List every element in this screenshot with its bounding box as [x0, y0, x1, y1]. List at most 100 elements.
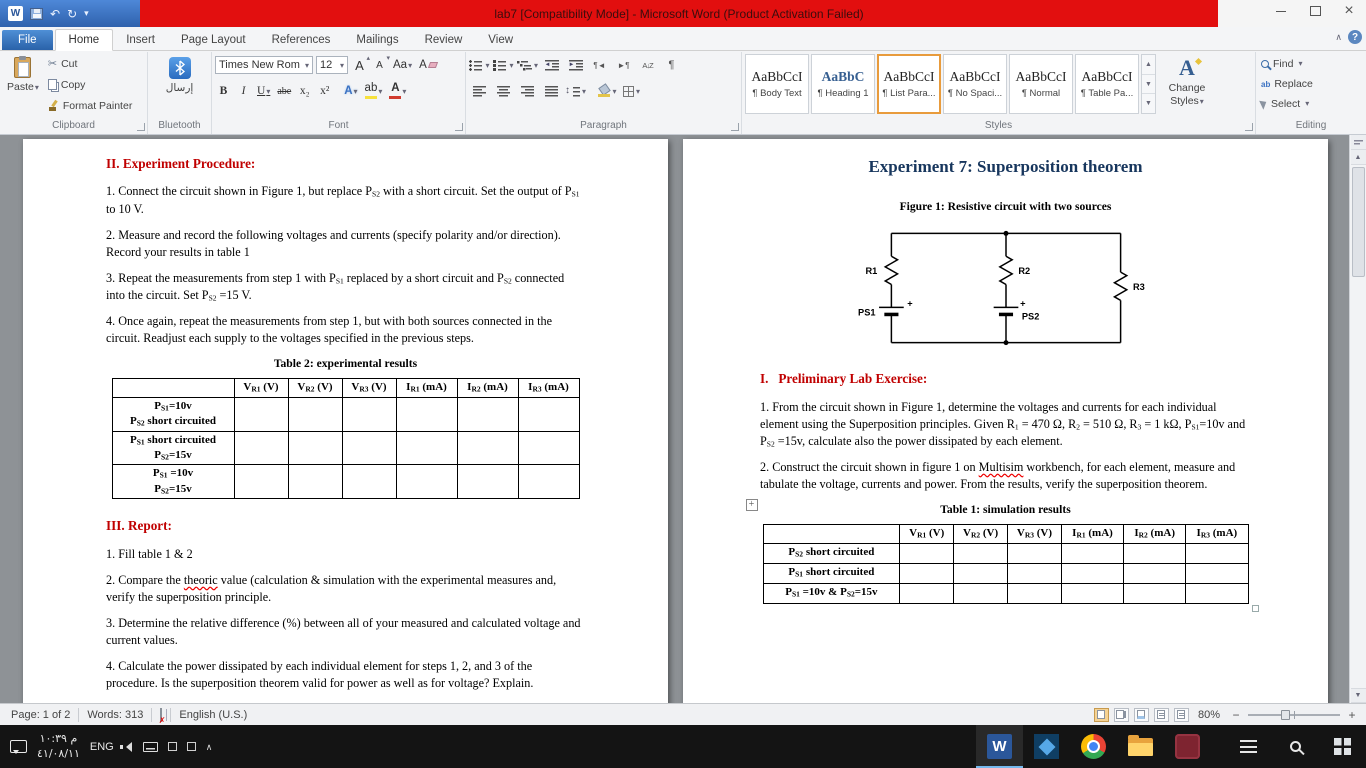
replace-button[interactable]: Replace — [1259, 74, 1363, 93]
report-item[interactable]: 2. Compare the theoric value (calculatio… — [106, 572, 585, 606]
collapse-ribbon-icon[interactable] — [1335, 31, 1342, 43]
table-cell[interactable] — [1007, 582, 1062, 604]
show-hidden-icons-button[interactable] — [206, 741, 213, 753]
table-cell[interactable] — [341, 396, 397, 432]
underline-button[interactable]: U — [255, 82, 272, 100]
tab-review[interactable]: Review — [412, 30, 476, 50]
style-normal[interactable]: AaBbCcI ¶ Normal — [1009, 54, 1073, 114]
scroll-up-button[interactable]: ▲ — [1350, 150, 1366, 165]
procedure-step[interactable]: 4. Once again, repeat the measurements f… — [106, 313, 585, 347]
page-indicator[interactable]: Page: 1 of 2 — [3, 709, 78, 721]
style-list-paragraph[interactable]: AaBbCcI ¶ List Para... — [877, 54, 941, 114]
table-resize-handle[interactable] — [1251, 604, 1259, 612]
table-cell[interactable] — [1123, 562, 1187, 584]
style-table-paragraph[interactable]: AaBbCcI ¶ Table Pa... — [1075, 54, 1139, 114]
row-label-cell[interactable]: PS1 =10v & PS2=15v — [762, 582, 901, 604]
increase-indent-button[interactable] — [565, 56, 586, 75]
copy-button[interactable]: Copy — [45, 75, 144, 94]
search-button[interactable] — [1272, 725, 1319, 768]
save-button[interactable] — [30, 7, 43, 20]
table-cell[interactable] — [953, 582, 1009, 604]
print-layout-view-button[interactable] — [1093, 707, 1109, 722]
table-cell[interactable] — [395, 464, 458, 500]
figure-caption[interactable]: Figure 1: Resistive circuit with two sou… — [760, 199, 1251, 215]
change-styles-button[interactable]: A Change Styles — [1158, 54, 1216, 116]
table-header-cell[interactable]: VR3 (V) — [341, 378, 397, 398]
exercise-item[interactable]: 2. Construct the circuit shown in figure… — [760, 459, 1251, 493]
gallery-scroll-up-button[interactable]: ▲ — [1142, 55, 1155, 74]
exercise-item[interactable]: 1. From the circuit shown in Figure 1, d… — [760, 399, 1251, 450]
change-case-button[interactable]: Aa — [391, 56, 414, 74]
outline-view-button[interactable] — [1153, 707, 1169, 722]
highlight-button[interactable]: ab — [363, 82, 385, 100]
circuit-diagram[interactable]: R1 R2 R3 PS1 + PS2 + — [856, 221, 1156, 355]
text-effects-button[interactable]: A — [342, 82, 359, 100]
taskbar-chrome-button[interactable] — [1070, 725, 1117, 768]
rtl-direction-button[interactable] — [613, 56, 634, 75]
font-color-button[interactable]: A — [387, 82, 408, 100]
table-cell[interactable] — [456, 396, 519, 432]
show-paragraph-marks-button[interactable] — [661, 56, 682, 75]
align-right-button[interactable] — [517, 82, 538, 101]
paragraph-dialog-launcher[interactable] — [731, 123, 739, 131]
table-cell[interactable] — [233, 464, 289, 500]
close-button[interactable] — [1332, 0, 1366, 22]
tab-page-layout[interactable]: Page Layout — [168, 30, 259, 50]
table-cell[interactable] — [1185, 582, 1249, 604]
table-cell[interactable] — [517, 396, 580, 432]
table-header-cell[interactable]: VR3 (V) — [1007, 524, 1062, 544]
grow-font-button[interactable]: A — [351, 54, 370, 74]
redo-button[interactable] — [67, 8, 77, 20]
borders-button[interactable] — [621, 82, 642, 101]
table1-caption[interactable]: Table 1: simulation results — [763, 502, 1249, 518]
zoom-slider[interactable] — [1248, 709, 1340, 720]
cut-button[interactable]: Cut — [45, 54, 144, 73]
table-move-handle-icon[interactable] — [745, 498, 758, 511]
table-cell[interactable] — [287, 430, 343, 466]
full-screen-reading-view-button[interactable] — [1113, 707, 1129, 722]
zoom-level[interactable]: 80% — [1194, 709, 1224, 721]
center-button[interactable] — [493, 82, 514, 101]
table-header-cell[interactable]: VR2 (V) — [953, 524, 1009, 544]
sort-button[interactable] — [637, 56, 658, 75]
style-heading-1[interactable]: AaBbC ¶ Heading 1 — [811, 54, 875, 114]
report-item[interactable]: 4. Calculate the power dissipated by eac… — [106, 658, 585, 692]
clipboard-dialog-launcher[interactable] — [137, 123, 145, 131]
task-view-button[interactable] — [1225, 725, 1272, 768]
table-cell[interactable] — [341, 430, 397, 466]
maximize-button[interactable] — [1298, 0, 1332, 22]
exercise-heading[interactable]: I. Preliminary Lab Exercise: — [760, 370, 1251, 388]
table-header-cell[interactable] — [762, 524, 901, 544]
report-item[interactable]: 3. Determine the relative difference (%)… — [106, 615, 585, 649]
table-cell[interactable] — [456, 430, 519, 466]
table-header-cell[interactable]: IR3 (mA) — [517, 378, 580, 398]
ltr-direction-button[interactable] — [589, 56, 610, 75]
numbering-button[interactable] — [493, 56, 514, 75]
shading-button[interactable] — [597, 82, 618, 101]
table-header-cell[interactable]: IR1 (mA) — [1060, 524, 1125, 544]
language-indicator[interactable]: English (U.S.) — [171, 709, 255, 721]
style-body-text[interactable]: AaBbCcI ¶ Body Text — [745, 54, 809, 114]
table-cell[interactable] — [899, 582, 955, 604]
bold-button[interactable]: B — [215, 82, 232, 100]
table-header-cell[interactable] — [111, 378, 235, 398]
table-cell[interactable] — [1007, 542, 1062, 564]
shrink-font-button[interactable]: A — [371, 54, 390, 74]
table-cell[interactable] — [341, 464, 397, 500]
qat-customize-button[interactable] — [84, 9, 89, 18]
row-label-cell[interactable]: PS2 short circuited — [762, 542, 901, 564]
styles-dialog-launcher[interactable] — [1245, 123, 1253, 131]
justify-button[interactable] — [541, 82, 562, 101]
table-cell[interactable] — [1185, 542, 1249, 564]
undo-button[interactable] — [50, 8, 60, 20]
table-header-cell[interactable]: VR1 (V) — [233, 378, 289, 398]
proofing-status[interactable] — [152, 707, 170, 722]
touch-keyboard-icon[interactable] — [142, 741, 158, 752]
taskbar-word-button[interactable]: W — [976, 725, 1023, 768]
table-cell[interactable] — [1007, 562, 1062, 584]
report-item[interactable]: 1. Fill table 1 & 2 — [106, 546, 585, 563]
document-title[interactable]: Experiment 7: Superposition theorem — [760, 155, 1251, 179]
table-cell[interactable] — [233, 396, 289, 432]
table-cell[interactable] — [1185, 562, 1249, 584]
figure-1[interactable]: R1 R2 R3 PS1 + PS2 + — [760, 221, 1251, 360]
